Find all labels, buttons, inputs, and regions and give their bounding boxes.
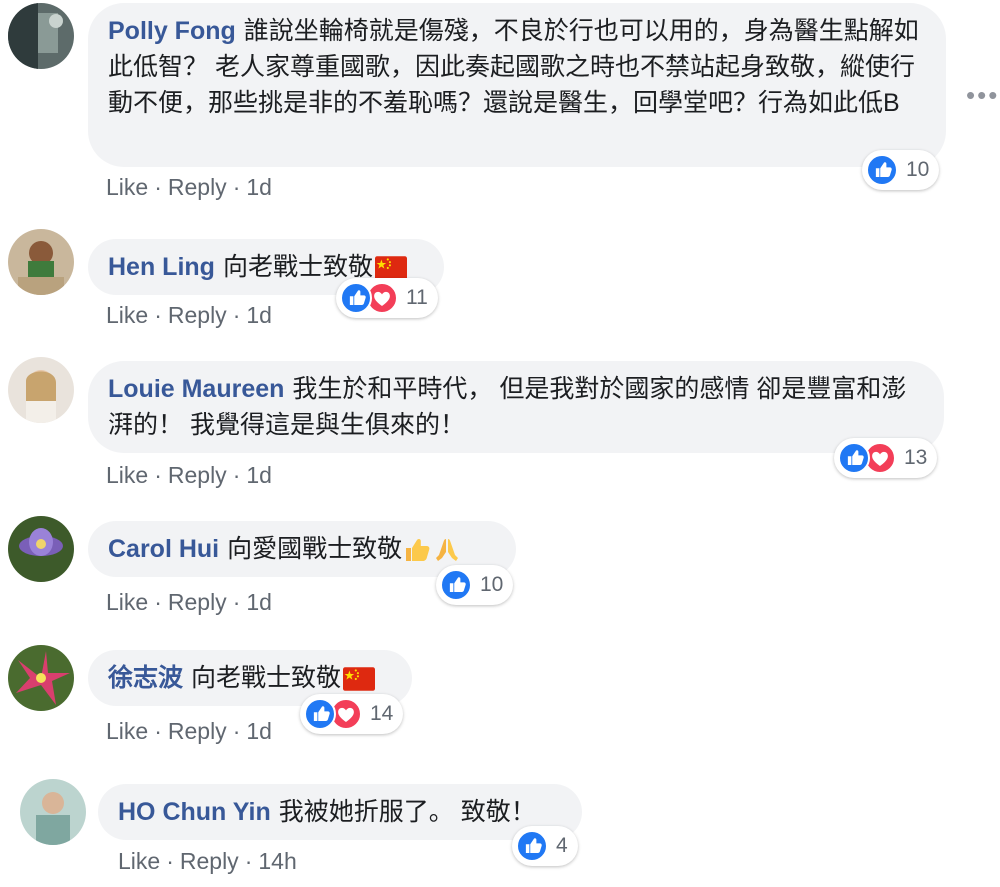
like-button[interactable]: Like	[106, 302, 148, 328]
like-reaction-icon	[340, 282, 372, 314]
separator: ·	[166, 848, 174, 874]
comment-bubble: Louie Maureen 我生於和平時代， 但是我對於國家的感情 卻是豐富和澎湃…	[88, 361, 944, 453]
like-button[interactable]: Like	[118, 848, 160, 874]
comment-author[interactable]: Carol Hui	[108, 535, 219, 563]
reply-button[interactable]: Reply	[168, 589, 227, 615]
timestamp[interactable]: 1d	[246, 718, 272, 744]
comment-author[interactable]: Polly Fong	[108, 17, 236, 45]
separator: ·	[232, 174, 241, 200]
reaction-summary[interactable]: 11	[336, 278, 438, 318]
separator: ·	[232, 462, 241, 488]
comment-text: 向老戰士致敬	[222, 253, 373, 281]
separator: ·	[232, 302, 241, 328]
like-reaction-icon	[304, 698, 336, 730]
comment-author[interactable]: 徐志波	[108, 664, 183, 692]
like-reaction-icon	[516, 830, 548, 862]
timestamp[interactable]: 1d	[246, 589, 272, 615]
thumbs-up-emoji	[402, 535, 432, 565]
like-reaction-icon	[866, 154, 898, 186]
like-button[interactable]: Like	[106, 174, 148, 200]
separator: ·	[244, 848, 253, 874]
comment-actions: Like · Reply · 1d	[106, 174, 272, 201]
reaction-summary[interactable]: 10	[862, 150, 940, 190]
china-flag-icon	[343, 667, 375, 691]
reply-button[interactable]: Reply	[168, 174, 227, 200]
like-button[interactable]: Like	[106, 462, 148, 488]
reaction-count: 13	[904, 446, 928, 469]
reaction-count: 10	[480, 573, 504, 596]
like-reaction-icon	[440, 569, 472, 601]
separator: ·	[154, 302, 162, 328]
avatar[interactable]	[8, 3, 74, 69]
reaction-summary[interactable]: 4	[512, 826, 578, 866]
reaction-summary[interactable]: 10	[436, 565, 514, 605]
separator: ·	[154, 589, 162, 615]
comment-author[interactable]: HO Chun Yin	[118, 798, 271, 826]
comment-text: 我被她折服了。 致敬！	[278, 798, 536, 826]
separator: ·	[154, 462, 162, 488]
reply-button[interactable]: Reply	[180, 848, 239, 874]
separator: ·	[232, 589, 241, 615]
reply-button[interactable]: Reply	[168, 462, 227, 488]
avatar[interactable]	[8, 516, 74, 582]
folded-hands-emoji	[432, 535, 462, 565]
avatar[interactable]	[8, 357, 74, 423]
separator: ·	[154, 718, 162, 744]
comment-bubble: Polly Fong 誰說坐輪椅就是傷殘，不良於行也可以用的，身為醫生點解如此低智…	[88, 3, 946, 167]
reply-button[interactable]: Reply	[168, 302, 227, 328]
comment-actions: Like · Reply · 14h	[118, 848, 297, 875]
timestamp[interactable]: 14h	[258, 848, 296, 874]
comment-text: 向愛國戰士致敬	[227, 535, 403, 563]
reaction-count: 4	[556, 834, 568, 857]
comment-bubble: HO Chun Yin 我被她折服了。 致敬！	[98, 784, 582, 840]
reaction-summary[interactable]: 13	[834, 438, 938, 478]
timestamp[interactable]: 1d	[246, 302, 272, 328]
timestamp[interactable]: 1d	[246, 174, 272, 200]
avatar[interactable]	[8, 229, 74, 295]
avatar[interactable]	[8, 645, 74, 711]
reaction-count: 11	[406, 286, 428, 309]
comment-actions: Like · Reply · 1d	[106, 589, 272, 616]
reaction-count: 10	[906, 158, 930, 181]
reaction-count: 14	[370, 702, 394, 725]
avatar[interactable]	[20, 779, 86, 845]
separator: ·	[232, 718, 241, 744]
comment-text: 向老戰士致敬	[191, 664, 342, 692]
reply-button[interactable]: Reply	[168, 718, 227, 744]
comment-author[interactable]: Louie Maureen	[108, 375, 284, 403]
like-button[interactable]: Like	[106, 589, 148, 615]
comment-actions: Like · Reply · 1d	[106, 462, 272, 489]
reaction-summary[interactable]: 14	[300, 694, 404, 734]
comment-actions: Like · Reply · 1d	[106, 718, 272, 745]
like-reaction-icon	[838, 442, 870, 474]
comment-author[interactable]: Hen Ling	[108, 253, 215, 281]
comment-actions: Like · Reply · 1d	[106, 302, 272, 329]
china-flag-icon	[375, 256, 407, 280]
separator: ·	[154, 174, 162, 200]
timestamp[interactable]: 1d	[246, 462, 272, 488]
more-options-icon[interactable]: •••	[966, 80, 999, 111]
like-button[interactable]: Like	[106, 718, 148, 744]
